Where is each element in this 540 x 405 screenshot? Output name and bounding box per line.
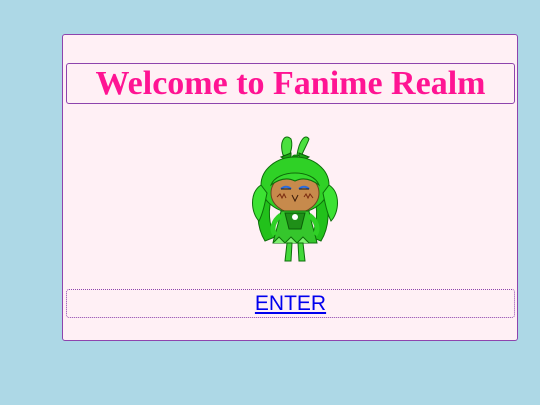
page-title: Welcome to Fanime Realm (95, 64, 486, 102)
title-box: Welcome to Fanime Realm (66, 63, 515, 104)
enter-link[interactable]: ENTER (255, 292, 326, 316)
enter-box: ENTER (66, 289, 515, 318)
page: Welcome to Fanime Realm ENTER (0, 0, 540, 405)
chibi-character-image (252, 136, 338, 262)
welcome-card: Welcome to Fanime Realm ENTER (62, 34, 518, 341)
